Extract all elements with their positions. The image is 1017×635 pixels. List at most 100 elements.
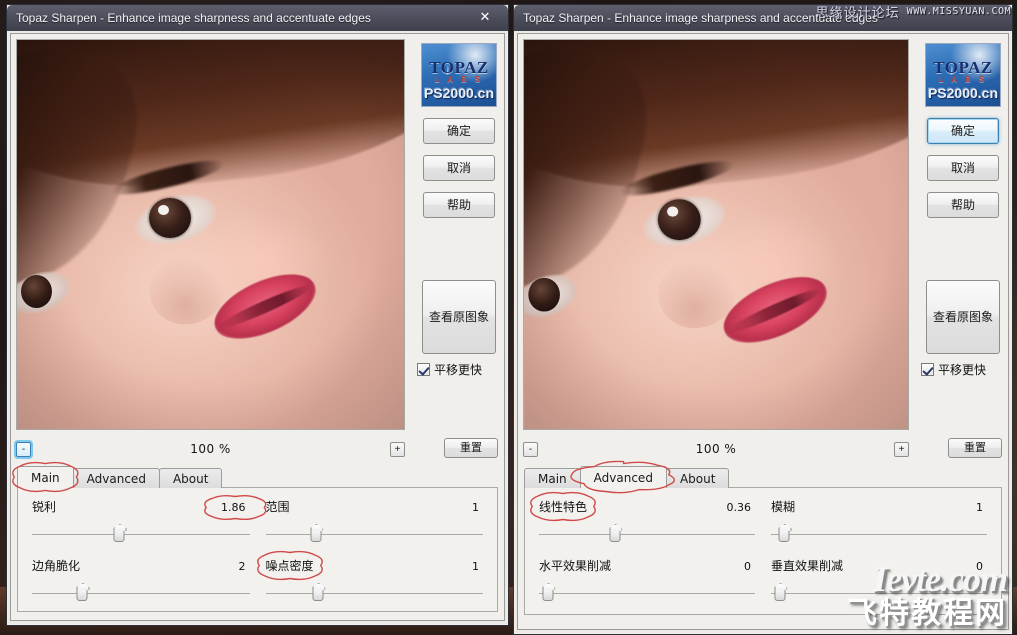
- help-button[interactable]: 帮助: [423, 192, 495, 218]
- control-3: 垂直效果削减 0: [771, 557, 987, 601]
- slider-track: [539, 593, 755, 594]
- control-1: 范围 1: [265, 498, 484, 542]
- cancel-button[interactable]: 取消: [423, 155, 495, 181]
- preview-photo: [524, 40, 908, 429]
- slider-thumb[interactable]: [76, 586, 88, 601]
- titlebar-left[interactable]: Topaz Sharpen - Enhance image sharpness …: [7, 5, 508, 31]
- logo-subtitle: L A B S: [938, 75, 988, 84]
- slider-thumb[interactable]: [542, 586, 554, 601]
- slider-thumb[interactable]: [113, 527, 125, 542]
- control-value: 0: [976, 560, 983, 573]
- slider-thumb[interactable]: [774, 586, 786, 601]
- tab-advanced[interactable]: Advanced: [72, 468, 160, 488]
- control-label: 噪点密度: [265, 559, 314, 573]
- control-3: 噪点密度 1: [265, 557, 483, 601]
- topaz-labs-logo: TOPAZ L A B S PS2000.cn: [925, 43, 1001, 107]
- view-original-button[interactable]: 查看原图象: [422, 280, 496, 354]
- sidebar-right: TOPAZ L A B S PS2000.cn 确定 取消 帮助 查看原图象 平…: [917, 39, 1009, 430]
- settings-panel-right: 线性特色 0.36 模糊 1 水平效果削减 0 垂直效果削减 0: [524, 487, 1002, 615]
- control-slider[interactable]: [539, 586, 755, 601]
- reset-wrap-left: 重置: [444, 438, 498, 458]
- tabs-right: Main Advanced About: [524, 466, 730, 488]
- window-body-left: TOPAZ L A B S PS2000.cn 确定 取消 帮助 查看原图象 平…: [10, 33, 505, 621]
- control-header: 水平效果削减 0: [539, 557, 755, 574]
- slider-thumb[interactable]: [312, 586, 324, 601]
- slider-track: [32, 534, 250, 535]
- control-header: 线性特色 0.36: [539, 498, 755, 515]
- slider-thumb[interactable]: [310, 527, 322, 542]
- control-value: 0: [744, 560, 751, 573]
- logo-site-overlay: PS2000.cn: [927, 85, 999, 101]
- control-label: 锐利: [32, 500, 57, 514]
- stage-left: TOPAZ L A B S PS2000.cn 确定 取消 帮助 查看原图象 平…: [16, 39, 505, 430]
- control-0: 锐利 1.86: [32, 498, 250, 542]
- help-button[interactable]: 帮助: [927, 192, 999, 218]
- tabs-left: Main Advanced About: [17, 466, 223, 488]
- control-value: 2: [238, 560, 246, 573]
- zoom-level-value: 100 %: [695, 442, 737, 456]
- control-2: 水平效果削减 0: [539, 557, 755, 601]
- logo-subtitle: L A B S: [434, 75, 484, 84]
- control-slider[interactable]: [539, 527, 755, 542]
- tab-about[interactable]: About: [158, 468, 223, 488]
- slider-thumb[interactable]: [609, 527, 621, 542]
- ok-button[interactable]: 确定: [927, 118, 999, 144]
- window-title-left: Topaz Sharpen - Enhance image sharpness …: [16, 11, 371, 25]
- reset-button[interactable]: 重置: [948, 438, 1002, 458]
- zoom-level-value: 100 %: [190, 442, 231, 456]
- control-slider[interactable]: [32, 527, 250, 542]
- control-header: 范围 1: [266, 498, 484, 515]
- tab-main[interactable]: Main: [17, 466, 74, 488]
- slider-track: [539, 534, 755, 535]
- settings-panel-left: 锐利 1.86 范围 1 边角脆化 2 噪点密度 1: [17, 487, 498, 612]
- tab-advanced[interactable]: Advanced: [579, 466, 667, 488]
- view-original-button[interactable]: 查看原图象: [926, 280, 1000, 354]
- image-preview-left[interactable]: [16, 39, 405, 430]
- control-2: 边角脆化 2: [32, 557, 250, 601]
- zoom-row-right: - 100 % +: [523, 436, 909, 462]
- control-slider[interactable]: [265, 586, 483, 601]
- sidebar-left: TOPAZ L A B S PS2000.cn 确定 取消 帮助 查看原图象 平…: [413, 39, 505, 430]
- titlebar-right[interactable]: Topaz Sharpen - Enhance image sharpness …: [514, 5, 1012, 31]
- reset-button[interactable]: 重置: [444, 438, 498, 458]
- close-icon[interactable]: ✕: [468, 7, 502, 27]
- zoom-in-button[interactable]: +: [894, 441, 909, 457]
- pan-fast-label: 平移更快: [434, 363, 483, 377]
- slider-track: [32, 593, 250, 594]
- image-preview-right[interactable]: [523, 39, 909, 430]
- cancel-button[interactable]: 取消: [927, 155, 999, 181]
- control-slider[interactable]: [32, 586, 250, 601]
- control-slider[interactable]: [771, 527, 987, 542]
- control-value: 0.36: [726, 501, 752, 514]
- control-label: 垂直效果削减: [771, 559, 844, 573]
- pan-fast-checkbox-row[interactable]: 平移更快: [921, 361, 1009, 378]
- control-slider[interactable]: [771, 586, 987, 601]
- zoom-in-button[interactable]: +: [390, 441, 405, 457]
- control-0: 线性特色 0.36: [539, 498, 755, 542]
- zoom-row-left: - 100 % +: [16, 436, 405, 462]
- tab-about[interactable]: About: [665, 468, 730, 488]
- controls-grid-left: 锐利 1.86 范围 1 边角脆化 2 噪点密度 1: [18, 488, 497, 616]
- control-header: 锐利 1.86: [32, 498, 250, 515]
- control-label: 模糊: [771, 500, 796, 514]
- pan-fast-checkbox-row[interactable]: 平移更快: [417, 361, 505, 378]
- control-value: 1.86: [221, 501, 246, 514]
- ok-button[interactable]: 确定: [423, 118, 495, 144]
- control-value: 1: [472, 501, 479, 514]
- topaz-sharpen-window-right: Topaz Sharpen - Enhance image sharpness …: [513, 4, 1013, 635]
- pan-fast-checkbox[interactable]: [417, 363, 430, 376]
- zoom-out-button[interactable]: -: [16, 441, 31, 457]
- control-slider[interactable]: [265, 527, 483, 542]
- control-value: 1: [472, 560, 479, 573]
- control-label: 水平效果削减: [539, 559, 612, 573]
- tab-main[interactable]: Main: [524, 468, 581, 488]
- slider-thumb[interactable]: [778, 527, 790, 542]
- control-label: 线性特色: [539, 500, 588, 514]
- preview-photo: [17, 40, 404, 429]
- slider-track: [771, 534, 987, 535]
- topaz-labs-logo: TOPAZ L A B S PS2000.cn: [421, 43, 497, 107]
- controls-grid-right: 线性特色 0.36 模糊 1 水平效果削减 0 垂直效果削减 0: [525, 488, 1001, 616]
- zoom-out-button[interactable]: -: [523, 441, 538, 457]
- slider-track: [265, 534, 483, 535]
- pan-fast-checkbox[interactable]: [921, 363, 934, 376]
